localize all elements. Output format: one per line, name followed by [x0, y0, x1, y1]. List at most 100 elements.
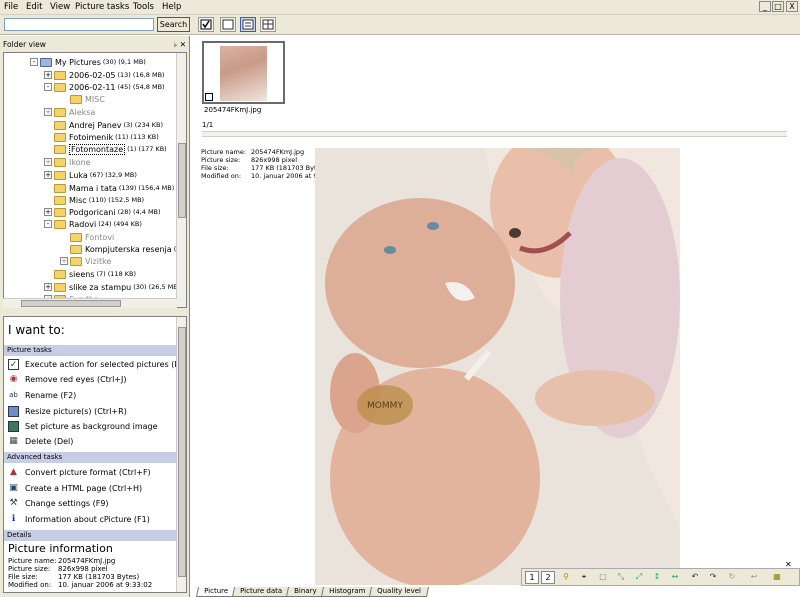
minimize-button[interactable]: _ [759, 1, 771, 12]
main-panel: 205474FKmJ.jpg 1/1 Picture name: 205474FK… [191, 36, 800, 597]
resize-task[interactable]: Resize picture(s) (Ctrl+R) [8, 404, 127, 418]
search-input[interactable] [4, 18, 154, 31]
expand-icon[interactable]: ⤢ [632, 571, 646, 584]
select-icon[interactable]: □ [596, 571, 610, 584]
rotate-right-icon[interactable]: ↷ [706, 571, 720, 584]
menu-edit[interactable]: Edit [26, 2, 42, 12]
menu-view[interactable]: View [50, 2, 70, 12]
scroll-thumb[interactable] [21, 300, 121, 307]
details-view-icon[interactable] [240, 17, 256, 32]
tree-item[interactable]: -2006-02-11 (45) (54,8 MB) [44, 81, 165, 93]
tree-item[interactable]: + Vizitke [60, 255, 111, 267]
thumbnail-image [220, 46, 267, 101]
search-button[interactable]: Search [157, 17, 190, 32]
thumbnail[interactable] [202, 41, 285, 104]
single-view-icon[interactable] [220, 17, 236, 32]
tree-item[interactable]: + Ikone [44, 156, 91, 168]
grid-view-icon[interactable] [260, 17, 276, 32]
tree-item[interactable]: Kompjuterska resenja(1 [70, 243, 180, 255]
fit-icon[interactable]: ⤡ [614, 571, 628, 584]
remove-red-eyes-task[interactable]: ◉ Remove red eyes (Ctrl+J) [8, 372, 127, 386]
bottom-tabs: Picture Picture data Binary Histogram Qu… [195, 587, 429, 597]
separator-scrollbar[interactable] [202, 131, 787, 137]
detail-row: Picture name:205474FKmJ.jpg [8, 557, 116, 565]
pin-icon[interactable]: ♭ [173, 40, 177, 49]
menu-file[interactable]: File [4, 2, 18, 12]
tree-item[interactable]: MISC [70, 93, 105, 105]
menu-picture-tasks[interactable]: Picture tasks [75, 2, 129, 12]
details-heading: Picture information [8, 542, 113, 555]
set-background-task[interactable]: Set picture as background image [8, 419, 158, 433]
convert-format-task[interactable]: ▲ Convert picture format (Ctrl+F) [8, 465, 151, 479]
tree-item[interactable]: - My Pictures (30) (9,1 MB) [30, 56, 146, 68]
crop-icon[interactable]: ⌖ [577, 571, 591, 584]
details-section[interactable]: Details [4, 530, 178, 541]
folder-tree[interactable]: - My Pictures (30) (9,1 MB) +2006-02-05 (13… [3, 52, 187, 308]
about-task[interactable]: ℹ Information about cPicture (F1) [8, 512, 150, 526]
tasks-panel: I want to: Picture tasks ✓ Execute action… [3, 316, 187, 593]
thumbnail-label: 205474FKmJ.jpg [204, 106, 262, 114]
menu-help[interactable]: Help [162, 2, 181, 12]
tab-binary[interactable]: Binary [286, 587, 325, 597]
tree-item-selected[interactable]: Fotomontaze (1) (177 KB) [54, 143, 167, 155]
toolbar: Search [0, 15, 800, 35]
close-toolbar-icon[interactable]: ✕ [785, 560, 792, 569]
tree-item[interactable]: + Luka (67) (32,9 MB) [44, 169, 137, 181]
undo-icon[interactable]: ↩ [747, 571, 761, 584]
pagination: 1/1 [202, 121, 214, 129]
tree-item[interactable]: - Radovi (24) (494 KB) [44, 218, 142, 230]
tree-item[interactable]: Fontovi [70, 231, 114, 243]
view-1-button[interactable]: 1 [525, 571, 539, 584]
checkbox-view-icon[interactable] [198, 17, 214, 32]
menu-bar: File Edit View Picture tasks Tools Help … [0, 0, 800, 15]
picture-preview[interactable]: MOMMY [315, 148, 680, 585]
close-button[interactable]: X [786, 1, 798, 12]
tab-quality-level[interactable]: Quality level [368, 587, 429, 597]
thumbnail-checkbox[interactable] [205, 93, 213, 101]
tree-item[interactable]: Fotoimenik (11) (113 KB) [54, 131, 159, 143]
tree-item[interactable]: + Aleksa [44, 106, 95, 118]
recycle-bin-icon: ▦ [9, 435, 18, 446]
detail-row: Picture size: 826x998 pixel [8, 565, 108, 573]
tree-item[interactable]: +2006-02-05 (13) (16,8 MB) [44, 69, 165, 81]
info-icon: ℹ [11, 513, 16, 524]
tree-item[interactable]: Andrej Panev (3) (234 KB) [54, 119, 163, 131]
fit-height-icon[interactable]: ↕ [650, 571, 664, 584]
convert-icon: ▲ [10, 466, 17, 477]
tab-histogram[interactable]: Histogram [320, 587, 374, 597]
change-settings-task[interactable]: ⚒ Change settings (F9) [8, 496, 108, 510]
menu-tools[interactable]: Tools [133, 2, 154, 12]
create-html-task[interactable]: ▣ Create a HTML page (Ctrl+H) [8, 481, 142, 495]
zoom-icon[interactable]: ⚲ [559, 571, 573, 584]
tree-item[interactable]: Misc (110) (152,5 MB) [54, 194, 144, 206]
desktop-icon [8, 420, 19, 432]
tab-picture[interactable]: Picture [195, 587, 237, 597]
tree-item[interactable]: sieens (7) (118 KB) [54, 268, 136, 280]
advanced-tasks-section[interactable]: Advanced tasks [4, 452, 178, 463]
fit-width-icon[interactable]: ↔ [668, 571, 682, 584]
tree-item[interactable]: Mama i tata (139) (156,4 MB) [54, 182, 174, 194]
rename-task[interactable]: ab Rename (F2) [8, 388, 76, 402]
tasks-vertical-scrollbar[interactable] [176, 317, 186, 592]
tree-horizontal-scrollbar[interactable] [3, 298, 177, 308]
tree-vertical-scrollbar[interactable] [176, 53, 186, 307]
maximize-button[interactable]: □ [772, 1, 784, 12]
tab-picture-data[interactable]: Picture data [232, 587, 291, 597]
folder-view-header: Folder view ♭ ✕ [3, 40, 187, 51]
tasks-heading: I want to: [8, 323, 65, 337]
delete-task[interactable]: ▦ Delete (Del) [8, 434, 73, 448]
tree-item[interactable]: + Podgoricani (28) (4,4 MB) [44, 206, 161, 218]
html-page-icon: ▣ [9, 482, 18, 493]
close-panel-icon[interactable]: ✕ [180, 40, 186, 49]
left-panel: Folder view ♭ ✕ - My Pictures (30) (9,1 MB… [0, 36, 190, 597]
scroll-thumb[interactable] [178, 327, 186, 577]
rotate-left-icon[interactable]: ↶ [688, 571, 702, 584]
picture-tasks-section[interactable]: Picture tasks [4, 345, 178, 356]
execute-action-task[interactable]: ✓ Execute action for selected pictures (F… [8, 357, 184, 371]
tattoo-text: MOMMY [367, 401, 403, 411]
save-icon[interactable]: ▦ [770, 571, 784, 584]
redo-icon[interactable]: ↻ [725, 571, 739, 584]
tree-item[interactable]: + slike za stampu (30) (26,5 MB) [44, 281, 180, 293]
view-2-button[interactable]: 2 [541, 571, 555, 584]
scroll-thumb[interactable] [178, 143, 186, 218]
